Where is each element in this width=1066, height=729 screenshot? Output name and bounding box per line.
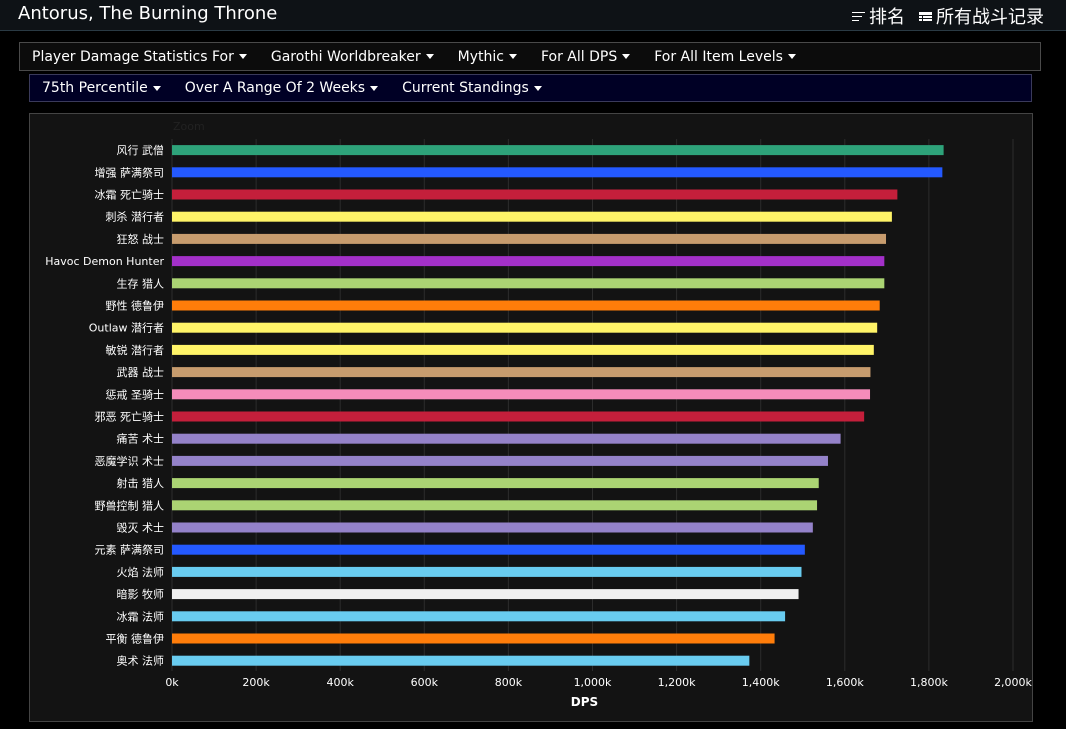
time-range-dropdown-label: Over A Range Of 2 Weeks [184,80,366,96]
category-label: Outlaw 潜行者 [89,321,164,335]
category-label: 增强 萨满祭司 [95,165,165,179]
bar[interactable] [172,167,943,178]
bar[interactable] [172,433,841,444]
x-tick-label: 600k [411,676,439,689]
top-bar: Antorus, The Burning Throne 排名 所有战斗记录 [0,0,1066,31]
bar[interactable] [172,278,885,289]
metric-dropdown[interactable]: Player Damage Statistics For [32,49,247,65]
rankings-link-label: 排名 [869,7,905,28]
caret-down-icon [622,54,631,59]
x-tick-label: 1,400k [742,676,780,689]
x-tick-label: 0k [165,676,179,689]
boss-dropdown[interactable]: Garothi Worldbreaker [271,49,434,65]
category-label: 毁灭 术士 [117,521,165,535]
x-tick-label: 1,200k [658,676,696,689]
category-label: 痛苦 术士 [117,432,165,446]
x-tick-label: 200k [242,676,270,689]
bar[interactable] [172,145,944,156]
boss-dropdown-label: Garothi Worldbreaker [270,48,421,65]
x-axis-title: DPS [571,695,598,709]
chart-panel: Zoom 0k 200k 400k 600k 800k 1,000k 1,200k 1,400k… [29,113,1033,722]
caret-down-icon [238,54,247,59]
x-tick-label: 2,000k [994,676,1032,689]
standings-dropdown[interactable]: Current Standings [402,80,542,96]
x-tick-label: 800k [495,676,523,689]
bar[interactable] [172,633,775,644]
caret-down-icon [425,54,434,59]
bar[interactable] [172,322,878,333]
bar[interactable] [172,389,871,400]
bar[interactable] [172,233,887,244]
bar[interactable] [172,544,805,555]
standings-dropdown-label: Current Standings [402,80,529,96]
bar[interactable] [172,500,818,511]
category-label: 冰霜 法师 [117,609,165,623]
x-tick-label: 1,600k [826,676,864,689]
top-links: 排名 所有战斗记录 [852,3,1044,29]
category-label: 野兽控制 猎人 [95,498,165,512]
list-lines-icon [852,11,865,22]
bar[interactable] [172,189,898,200]
category-label: 暗影 牧师 [117,587,165,601]
bar[interactable] [172,478,819,489]
table-icon [919,11,932,22]
bar[interactable] [172,300,880,311]
item-level-dropdown-label: For All Item Levels [654,48,783,65]
difficulty-dropdown[interactable]: Mythic [458,49,517,65]
bar[interactable] [172,522,813,533]
bar[interactable] [172,367,871,378]
category-label: 狂怒 战士 [117,232,165,246]
caret-down-icon [152,85,161,91]
category-label: 惩戒 圣骑士 [106,388,165,401]
role-dropdown-label: For All DPS [540,48,618,65]
category-label: Havoc Demon Hunter [45,255,164,268]
caret-down-icon [370,85,379,91]
category-label: 风行 武僧 [117,144,165,157]
category-label: 邪恶 死亡骑士 [95,410,165,424]
bar[interactable] [172,655,750,666]
difficulty-dropdown-label: Mythic [457,48,504,65]
caret-down-icon [508,54,517,59]
percentile-dropdown-label: 75th Percentile [42,80,148,96]
category-label: 敏锐 潜行者 [106,343,165,357]
category-label: 射击 猎人 [117,476,165,490]
bar[interactable] [172,566,802,577]
role-dropdown[interactable]: For All DPS [540,48,631,65]
item-level-dropdown[interactable]: For All Item Levels [654,49,796,65]
rankings-link[interactable]: 排名 [852,3,905,29]
bar[interactable] [172,211,892,222]
bar[interactable] [172,589,799,600]
bar[interactable] [172,256,885,267]
all-fights-link[interactable]: 所有战斗记录 [919,3,1044,29]
x-tick-label: 1,800k [910,676,948,689]
category-label: 生存 猎人 [117,276,165,290]
caret-down-icon [533,85,542,91]
category-label: 奥术 法师 [117,654,165,668]
bar[interactable] [172,611,786,622]
bar[interactable] [172,411,865,422]
bar[interactable] [172,344,874,355]
filter-bar-secondary: 75th Percentile Over A Range Of 2 Weeks … [29,74,1032,102]
category-label: 武器 战士 [117,366,165,379]
dps-bar-chart: Zoom 0k 200k 400k 600k 800k 1,000k 1,200k 1,400k… [45,120,1032,709]
bar[interactable] [172,455,828,466]
zone-title: Antorus, The Burning Throne [18,3,278,24]
x-tick-label: 400k [327,676,355,689]
filter-bar-primary: Player Damage Statistics For Garothi Wor… [19,42,1041,71]
caret-down-icon [787,54,796,59]
percentile-dropdown[interactable]: 75th Percentile [42,80,161,96]
category-label: 刺杀 潜行者 [106,210,165,224]
time-range-dropdown[interactable]: Over A Range Of 2 Weeks [184,80,379,96]
all-fights-link-label: 所有战斗记录 [936,7,1044,28]
category-label: 冰霜 死亡骑士 [95,188,165,202]
zoom-label[interactable]: Zoom [173,120,205,133]
category-label: 野性 德鲁伊 [106,299,165,313]
metric-dropdown-label: Player Damage Statistics For [32,48,234,65]
category-label: 恶魔学识 术士 [95,454,165,468]
x-tick-label: 1,000k [574,676,612,689]
category-label: 平衡 德鲁伊 [106,632,165,646]
category-label: 火焰 法师 [117,565,165,579]
category-label: 元素 萨满祭司 [95,544,165,557]
